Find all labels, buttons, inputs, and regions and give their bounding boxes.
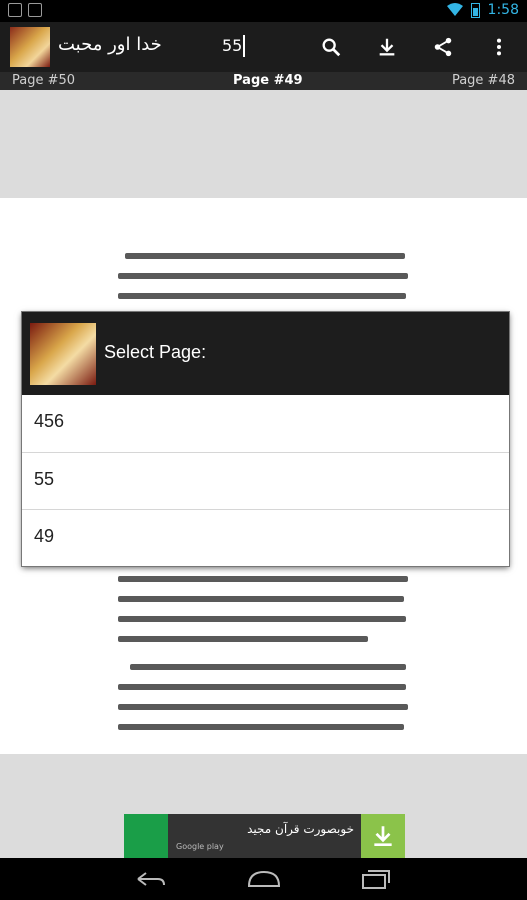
page-option-label: 55 [34, 469, 55, 489]
select-page-dialog: Select Page: 456 55 49 [22, 312, 509, 566]
app-icon[interactable] [10, 27, 50, 67]
dialog-title: Select Page: [104, 342, 207, 362]
next-page-label[interactable]: Page #48 [452, 73, 515, 88]
overflow-menu-button[interactable] [482, 30, 516, 64]
overflow-menu-icon [496, 38, 502, 56]
download-button[interactable] [370, 30, 404, 64]
back-icon [137, 872, 165, 886]
wifi-icon [446, 3, 463, 16]
media-notification-icon [28, 3, 42, 17]
home-button[interactable] [244, 868, 284, 890]
page-search-input[interactable]: 55 [222, 35, 246, 57]
ad-banner[interactable]: خوبصورت قرآن مجید Google play [124, 814, 405, 858]
app-title: خدا اور محبت [58, 34, 162, 55]
search-icon [322, 38, 341, 57]
battery-icon [470, 2, 480, 18]
page-option-label: 49 [34, 526, 55, 546]
action-bar: خدا اور محبت 55 [0, 22, 527, 72]
prev-page-label[interactable]: Page #50 [12, 73, 75, 88]
ad-download-button[interactable] [361, 814, 405, 858]
page-option[interactable]: 456 [22, 395, 509, 452]
download-icon [374, 826, 392, 847]
search-button[interactable] [314, 30, 348, 64]
back-button[interactable] [130, 868, 170, 890]
gallery-notification-icon [8, 3, 22, 17]
recents-button[interactable] [356, 868, 396, 890]
page-option[interactable]: 49 [22, 509, 509, 566]
recents-icon [362, 870, 390, 889]
share-icon [434, 37, 452, 57]
page-option[interactable]: 55 [22, 452, 509, 509]
download-icon [379, 38, 395, 56]
home-icon [247, 870, 281, 887]
dialog-book-icon [30, 323, 96, 385]
page-option-label: 456 [34, 411, 65, 431]
share-button[interactable] [426, 30, 460, 64]
page-nav-bar: Page #50 Page #49 Page #48 [0, 72, 527, 90]
ad-store-label: Google play [176, 842, 224, 851]
system-nav-bar [0, 858, 527, 900]
ad-app-logo [124, 814, 168, 858]
status-time: 1:58 [487, 2, 519, 18]
current-page-label: Page #49 [233, 73, 303, 88]
dialog-header: Select Page: [22, 312, 509, 395]
status-bar: 1:58 [0, 0, 527, 22]
ad-title: خوبصورت قرآن مجید [247, 822, 354, 836]
